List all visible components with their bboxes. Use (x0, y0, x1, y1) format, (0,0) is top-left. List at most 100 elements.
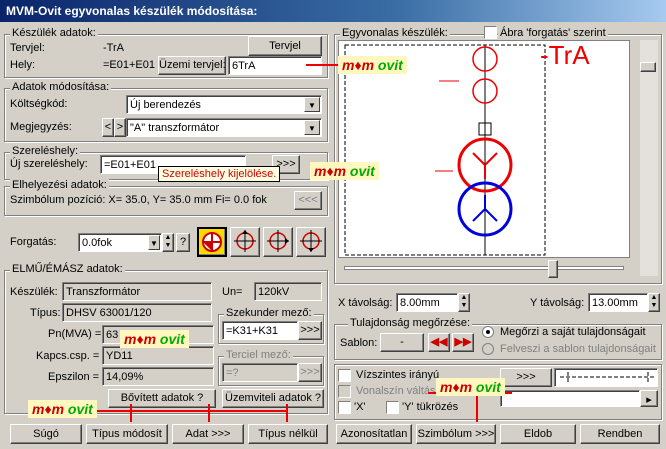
kapcs-label: Kapcs.csp. = (36, 350, 100, 362)
hely-label: Hely: (10, 59, 36, 71)
rotate-0-button[interactable] (197, 227, 227, 257)
szimbolum-pozicio: Szimbólum pozíció: X= 35.0, Y= 35.0 mm F… (10, 194, 267, 206)
tra-label: -TrA (540, 40, 590, 70)
forgatas-select[interactable]: 0.0fok ▼ (78, 233, 162, 252)
title-bar: MVM-Ovit egyvonalas készülék módosítása: (0, 0, 666, 22)
un-value: 120kV (254, 282, 322, 301)
y-tavolsag-label: Y távolság: (530, 297, 585, 309)
terciel-legend: Terciel mező: (224, 349, 293, 361)
vizszintes-checkbox[interactable] (338, 369, 351, 382)
line-style-icon (560, 372, 654, 382)
koltsegkod-value: Új berendezés (130, 99, 201, 111)
felveszi-label: Felveszi a sablon tulajdonságait (500, 343, 656, 355)
eldob-button[interactable]: Eldob (500, 424, 576, 444)
sablon-prev-button[interactable]: ◀◀ (428, 333, 450, 352)
felveszi-radio (482, 343, 494, 355)
tervjel-button[interactable]: Tervjel (248, 36, 322, 56)
y-tukor-label: 'Y' tükrözés (402, 401, 459, 413)
next-button[interactable]: > (114, 118, 126, 137)
x-tukor-label: 'X' (354, 401, 366, 413)
help-button[interactable]: Súgó (10, 424, 82, 444)
window-title: MVM-Ovit egyvonalas készülék módosítása: (6, 4, 258, 18)
megorzi-label: Megőrzi a saját tulajdonságait (500, 326, 646, 338)
rotate-90-icon (234, 230, 256, 252)
rotate-90-button[interactable] (230, 227, 260, 257)
megjegyzes-value: "A" transzformátor (130, 122, 220, 134)
y-tukor-checkbox[interactable] (386, 401, 399, 414)
tipus-value: DHSV 63001/120 (62, 303, 212, 322)
tooltip: Szereléshely kijelölése. (158, 166, 281, 182)
tipus-nelkul-button[interactable]: Típus nélkül (248, 424, 328, 444)
szekunder-pick-button[interactable]: >>> (298, 321, 322, 340)
annotation-line (208, 404, 210, 422)
mvm-ovit-logo: m♦m ovit (120, 330, 189, 348)
szerelo-legend: Szereléshely: (10, 145, 81, 157)
tipus-modosit-button[interactable]: Típus módosít (86, 424, 168, 444)
annotation-line (306, 64, 338, 66)
annotation-line (476, 392, 478, 422)
abra-forgatas-checkbox[interactable] (484, 26, 497, 39)
forgatas-label: Forgatás: (10, 236, 57, 248)
vonalszin-label: Vonalszín váltás (356, 385, 436, 397)
x-tukor-checkbox[interactable] (338, 401, 351, 414)
tulajdonsag-legend: Tulajdonság megőrzése: (348, 317, 473, 329)
chevron-down-icon[interactable]: ▼ (148, 235, 160, 250)
sablon-select[interactable]: - (380, 333, 424, 352)
forgatas-spinner[interactable]: ▲ ▼ (162, 233, 174, 252)
rendben-button[interactable]: Rendben (580, 424, 660, 444)
vertical-slider[interactable] (640, 40, 658, 276)
szekunder-legend: Szekunder mező: (224, 307, 314, 319)
x-tavolsag-input[interactable]: 8.00mm (396, 293, 458, 312)
koltsegkod-select[interactable]: Új berendezés ▼ (126, 95, 322, 114)
prev-button[interactable]: < (102, 118, 114, 137)
chevron-right-icon[interactable]: ▸ (640, 390, 658, 407)
tervjel-label: Tervjel: (10, 42, 45, 54)
koltsegkod-label: Költségkód: (10, 98, 68, 110)
pn-label: Pn(MVA) = (48, 328, 102, 340)
elmu-keszulek-value: Transzformátor (62, 282, 212, 301)
y-tavolsag-input[interactable]: 13.00mm (588, 293, 648, 312)
rotate-180-icon (267, 230, 289, 252)
chevron-down-icon[interactable]: ▼ (304, 120, 320, 135)
sablon-label: Sablon: (340, 337, 378, 349)
mvm-ovit-logo: m♦m ovit (338, 56, 407, 74)
bovitett-adatok-button[interactable]: Bővített adatok ? (108, 389, 216, 408)
rotate-180-button[interactable] (263, 227, 293, 257)
megorzi-radio[interactable] (482, 326, 494, 338)
terciel-input: =? (222, 363, 298, 382)
mvm-ovit-logo: m♦m ovit (310, 162, 379, 180)
vonalszin-checkbox (338, 385, 351, 398)
y-tavolsag-spinner[interactable]: ▲ ▼ (648, 293, 660, 312)
x-tavolsag-spinner[interactable]: ▲ ▼ (458, 293, 470, 312)
eps-value: 14,09% (102, 367, 214, 386)
un-label: Un= (222, 286, 243, 298)
hely-value: =E01+E01 (103, 59, 155, 71)
azonositatlan-button[interactable]: Azonosítatlan (336, 424, 412, 444)
eps-label: Epszilon = (48, 371, 100, 383)
megjegyzes-select[interactable]: "A" transzformátor ▼ (126, 118, 322, 137)
mvm-ovit-logo: m♦m ovit (28, 400, 97, 418)
abra-forgatas-label: Ábra 'forgatás' szerint (498, 27, 608, 39)
uzemi-tervjel-button[interactable]: Üzemi tervjel: (158, 56, 226, 75)
forgatas-value: 0.0fok (82, 237, 112, 249)
line-style-pick-button[interactable]: >>> (500, 368, 552, 387)
line-type-select[interactable] (500, 390, 640, 407)
horizontal-slider[interactable] (344, 266, 624, 270)
sablon-next-button[interactable]: ▶▶ (452, 333, 474, 352)
forgatas-help-button[interactable]: ? (176, 233, 190, 252)
szekunder-input[interactable]: =K31+K31 (222, 321, 298, 340)
adatok-legend: Adatok módosítása: (10, 81, 112, 93)
adat-button[interactable]: Adat >>> (172, 424, 244, 444)
mvm-ovit-logo: m♦m ovit (436, 378, 505, 396)
szimbolum-button[interactable]: Szimbólum >>> (416, 424, 496, 444)
preview-legend: Egyvonalas készülék: (340, 27, 450, 39)
chevron-down-icon[interactable]: ▼ (304, 97, 320, 112)
annotation-line (130, 404, 132, 422)
elhelyez-legend: Elhelyezési adatok: (10, 179, 109, 191)
rotate-270-button[interactable] (296, 227, 326, 257)
uj-szerelo-label: Új szereléshely: (10, 158, 88, 170)
horizontal-slider-thumb[interactable] (548, 260, 558, 278)
elmu-legend: ELMŰ/ÉMÁSZ adatok: (10, 263, 125, 275)
vertical-slider-thumb[interactable] (640, 62, 656, 72)
uzemviteli-adatok-button[interactable]: Üzemviteli adatok ? (222, 389, 324, 408)
